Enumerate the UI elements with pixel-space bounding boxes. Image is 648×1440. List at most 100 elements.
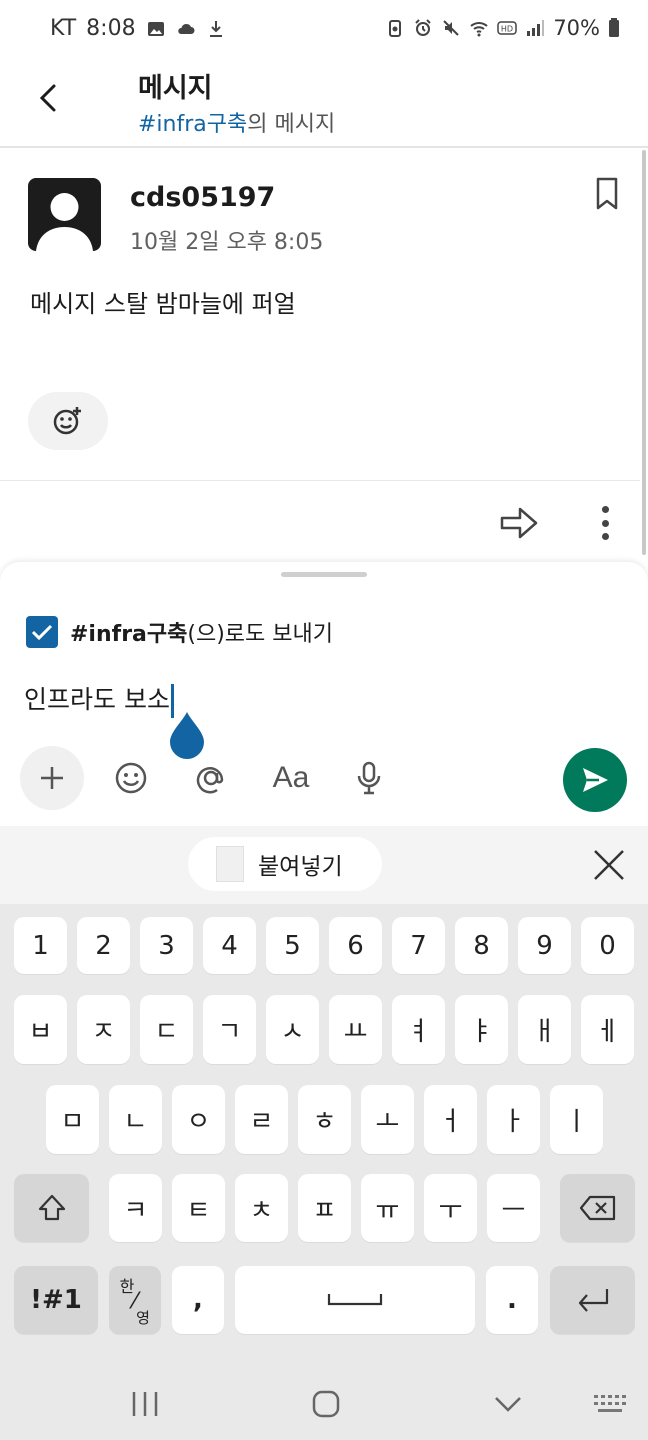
enter-icon: [578, 1289, 608, 1312]
home-icon: [312, 1390, 340, 1418]
more-options-button[interactable]: [588, 502, 622, 544]
key[interactable]: ㅁ: [46, 1085, 99, 1154]
text-selection-handle[interactable]: [168, 712, 206, 760]
key[interactable]: ㅋ: [109, 1174, 162, 1242]
also-send-checkbox[interactable]: [26, 616, 58, 648]
also-send-suffix: (으)로도 보내기: [187, 622, 333, 647]
voice-button[interactable]: [352, 746, 386, 810]
emoji-icon: [115, 762, 147, 794]
shift-key[interactable]: [14, 1174, 89, 1242]
period-key[interactable]: .: [486, 1266, 538, 1334]
message-input[interactable]: 인프라도 보소: [24, 680, 174, 718]
chevron-left-icon: [39, 84, 56, 112]
key[interactable]: ㄱ: [203, 995, 256, 1064]
send-icon: [583, 768, 608, 792]
key[interactable]: ㅅ: [266, 995, 319, 1064]
emoji-button[interactable]: [108, 746, 154, 810]
enter-key[interactable]: [550, 1266, 635, 1334]
key[interactable]: ㅈ: [77, 995, 130, 1064]
key[interactable]: 8: [455, 917, 508, 974]
key[interactable]: ㅌ: [172, 1174, 225, 1242]
key[interactable]: 3: [140, 917, 193, 974]
plus-icon: [41, 767, 63, 789]
comma-key[interactable]: ,: [172, 1266, 224, 1334]
recent-apps-button[interactable]: [128, 1384, 162, 1424]
key[interactable]: ㄴ: [109, 1085, 162, 1154]
chevron-down-icon: [495, 1397, 521, 1412]
key[interactable]: ㅔ: [581, 995, 634, 1064]
hd-voice-icon: HD: [497, 21, 518, 35]
home-button[interactable]: [308, 1384, 344, 1424]
key[interactable]: ㅑ: [455, 995, 508, 1064]
also-send-option[interactable]: #infra구축(으)로도 보내기: [26, 616, 333, 648]
battery-percent: 70%: [553, 16, 600, 40]
key[interactable]: 9: [518, 917, 571, 974]
bookmark-icon[interactable]: [592, 176, 622, 212]
key[interactable]: ㅇ: [172, 1085, 225, 1154]
key[interactable]: 4: [203, 917, 256, 974]
language-key[interactable]: 한 ⁄ 영: [109, 1266, 161, 1334]
back-button[interactable]: [30, 80, 66, 116]
key[interactable]: ㅏ: [487, 1085, 540, 1154]
message-author[interactable]: cds05197: [130, 182, 275, 213]
cloud-icon: [177, 23, 195, 34]
clipboard-thumbnail: [216, 846, 244, 882]
send-button[interactable]: [563, 748, 627, 812]
paste-label: 붙여넣기: [258, 854, 343, 880]
key[interactable]: 5: [266, 917, 319, 974]
text-format-button[interactable]: Aa: [266, 746, 316, 810]
key[interactable]: 1: [14, 917, 67, 974]
scrollbar[interactable]: [642, 150, 646, 555]
also-send-label: #infra구축(으)로도 보내기: [70, 616, 333, 648]
key[interactable]: ㅜ: [424, 1174, 477, 1242]
gallery-icon: [147, 21, 164, 36]
backspace-icon: [579, 1195, 615, 1221]
drag-handle[interactable]: [281, 572, 367, 577]
at-icon: [196, 767, 224, 794]
add-attachment-button[interactable]: [20, 746, 84, 810]
symbols-key[interactable]: !#1: [14, 1266, 98, 1334]
add-reaction-button[interactable]: [28, 392, 108, 450]
keyboard-icon: [594, 1395, 626, 1412]
alarm-icon: [415, 19, 432, 36]
key[interactable]: ㄹ: [235, 1085, 288, 1154]
key[interactable]: 6: [329, 917, 382, 974]
key[interactable]: 7: [392, 917, 445, 974]
shift-icon: [38, 1194, 65, 1221]
key[interactable]: ㅍ: [298, 1174, 351, 1242]
paste-button[interactable]: 붙여넣기: [188, 837, 382, 891]
key[interactable]: ㅠ: [361, 1174, 414, 1242]
hide-keyboard-button[interactable]: [490, 1384, 526, 1424]
message-item: cds05197 10월 2일 오후 8:05 메시지 스탈 밤마늘에 퍼얼: [0, 150, 640, 480]
channel-link[interactable]: #infra구축: [138, 112, 247, 137]
key[interactable]: ㅕ: [392, 995, 445, 1064]
key[interactable]: ㅓ: [424, 1085, 477, 1154]
battery-saver-icon: [389, 20, 402, 37]
key[interactable]: ㅊ: [235, 1174, 288, 1242]
key[interactable]: 2: [77, 917, 130, 974]
avatar[interactable]: [28, 178, 101, 251]
space-key[interactable]: [235, 1266, 475, 1334]
message-timestamp: 10월 2일 오후 8:05: [130, 230, 324, 255]
key[interactable]: ㅡ: [487, 1174, 540, 1242]
key[interactable]: ㅎ: [298, 1085, 351, 1154]
key[interactable]: ㅗ: [361, 1085, 414, 1154]
keyboard-switch-button[interactable]: [590, 1384, 630, 1424]
keyboard: 붙여넣기 !#1 한 ⁄ 영 , . 1234567890 ㅂ ㅈ ㄷ ㄱ ㅅ …: [0, 826, 648, 1440]
key[interactable]: ㄷ: [140, 995, 193, 1064]
key[interactable]: ㅐ: [518, 995, 571, 1064]
composer-toolbar: Aa: [0, 746, 648, 810]
key[interactable]: 0: [581, 917, 634, 974]
system-navigation-bar: [0, 1366, 648, 1440]
backspace-key[interactable]: [560, 1174, 635, 1242]
carrier-label: KT: [50, 16, 77, 41]
key[interactable]: ㅣ: [550, 1085, 603, 1154]
key[interactable]: ㅂ: [14, 995, 67, 1064]
svg-text:HD: HD: [501, 25, 513, 34]
close-icon[interactable]: [592, 848, 626, 882]
key[interactable]: ㅛ: [329, 995, 382, 1064]
share-icon[interactable]: [498, 502, 540, 544]
signal-icon: [527, 20, 545, 36]
page-subtitle: #infra구축의 메시지: [138, 106, 335, 138]
recent-apps-icon: [132, 1392, 158, 1416]
